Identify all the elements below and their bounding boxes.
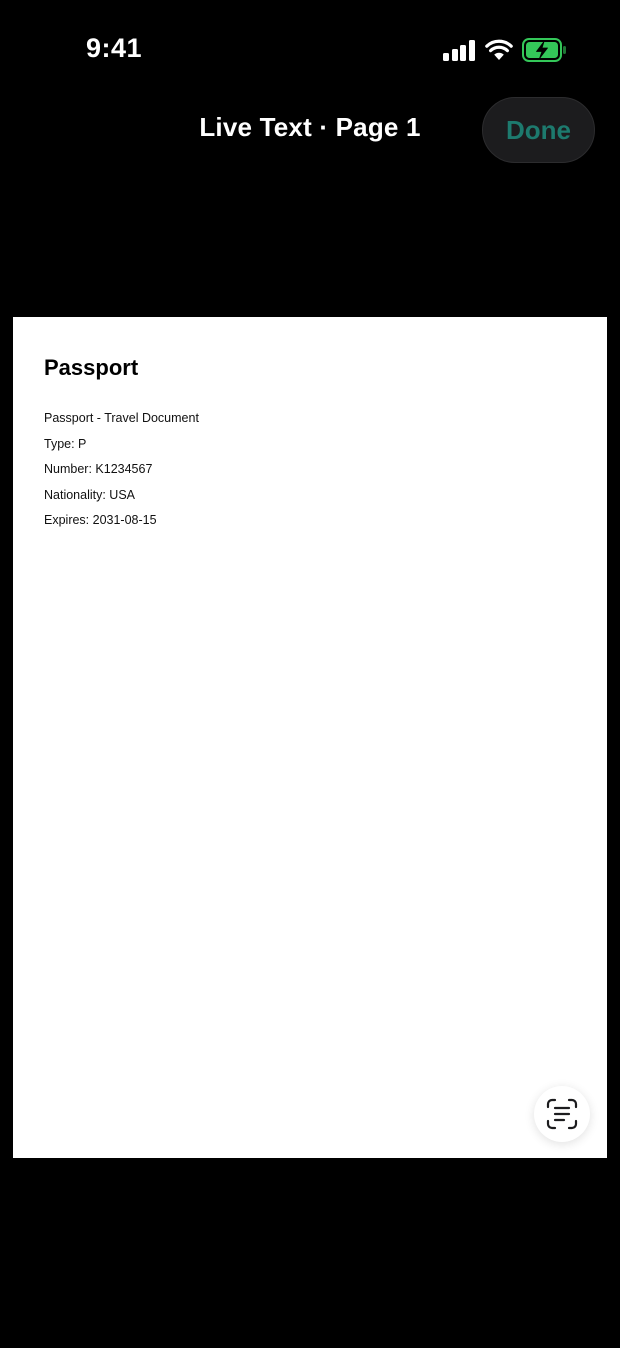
live-text-button[interactable] [534,1086,590,1142]
document-line: Expires: 2031-08-15 [44,513,157,527]
document-line: Passport - Travel Document [44,411,199,425]
document-title: Passport [44,355,139,380]
done-button[interactable]: Done [482,97,595,163]
document-page[interactable]: Passport Passport - Travel Document Type… [13,317,607,1158]
wifi-icon [485,39,513,60]
signal-icon [443,39,475,61]
battery-charging-icon [522,38,566,62]
document-line: Type: P [44,436,87,451]
document-line: Nationality: USA [44,487,136,502]
document-line: Number: K1234567 [44,462,153,476]
document-text-lines: Passport - Travel Document Type: P Numbe… [44,406,199,534]
status-bar: 9:41 [0,0,620,100]
status-time: 9:41 [86,33,143,63]
live-text-scan-icon [546,1098,578,1130]
